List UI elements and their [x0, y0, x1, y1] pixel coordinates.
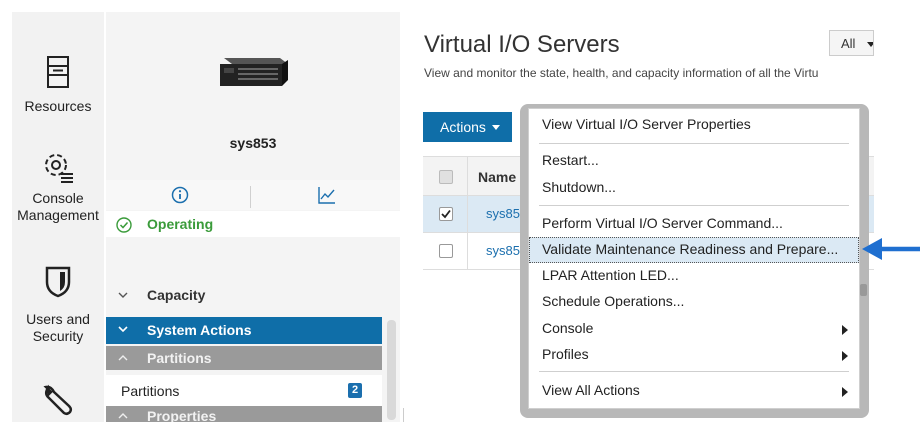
- chart-icon[interactable]: [318, 186, 336, 204]
- select-all-cell: [423, 157, 468, 197]
- shield-icon: [45, 266, 71, 298]
- page-title: Virtual I/O Servers: [424, 31, 620, 58]
- check-circle-icon: [116, 217, 132, 233]
- actions-button[interactable]: Actions: [423, 112, 512, 142]
- menu-item-view-properties[interactable]: View Virtual I/O Server Properties: [529, 112, 859, 138]
- system-panel: sys853 Operating Capacity System Actions…: [106, 12, 400, 422]
- properties-header-label: Properties: [147, 408, 217, 422]
- menu-item-view-all-actions[interactable]: View All Actions: [529, 378, 859, 404]
- chevron-right-icon: [842, 351, 848, 361]
- chevron-down-icon: [118, 326, 128, 333]
- partitions-header[interactable]: Partitions: [106, 346, 382, 370]
- chevron-right-icon: [842, 325, 848, 335]
- caret-down-icon: [492, 125, 500, 130]
- row-checkbox[interactable]: [439, 244, 453, 258]
- actions-menu: View Virtual I/O Server Properties Resta…: [528, 108, 860, 409]
- menu-item-perform-command[interactable]: Perform Virtual I/O Server Command...: [529, 211, 859, 237]
- chevron-up-icon: [118, 355, 128, 361]
- nav-users-label-1: Users and: [26, 311, 90, 327]
- menu-item-label: View Virtual I/O Server Properties: [542, 116, 751, 132]
- chevron-down-icon: [118, 292, 128, 298]
- nav-users-security[interactable]: Users and Security: [12, 266, 104, 345]
- checkmark-icon: [441, 209, 451, 219]
- divider: [403, 408, 404, 422]
- menu-item-label: Schedule Operations...: [542, 293, 685, 309]
- menu-item-console[interactable]: Console: [529, 316, 859, 342]
- row-checkbox-checked[interactable]: [439, 207, 453, 221]
- status-row: Operating: [106, 211, 400, 237]
- nav-console-label-1: Console: [32, 190, 84, 206]
- menu-scrollbar[interactable]: [860, 284, 867, 296]
- menu-item-label: Profiles: [542, 346, 589, 362]
- partitions-header-label: Partitions: [147, 350, 212, 366]
- menu-item-shutdown[interactable]: Shutdown...: [529, 175, 859, 201]
- panel-scrollbar[interactable]: [387, 320, 396, 420]
- chevron-up-icon: [118, 413, 128, 419]
- menu-separator: [539, 143, 849, 144]
- gear-list-icon: [45, 154, 73, 183]
- nav-resources[interactable]: Resources: [12, 56, 104, 115]
- menu-separator: [539, 371, 849, 372]
- page-description: View and monitor the state, health, and …: [424, 66, 819, 80]
- partitions-item-label: Partitions: [121, 383, 180, 399]
- server-image: [220, 58, 288, 86]
- menu-item-label: Shutdown...: [542, 179, 616, 195]
- info-icon[interactable]: [171, 186, 189, 204]
- status-text: Operating: [147, 216, 214, 232]
- filter-select[interactable]: All: [829, 30, 874, 56]
- row-check-cell: [423, 233, 468, 269]
- pointer-arrow-icon: [862, 238, 920, 260]
- select-all-checkbox[interactable]: [439, 170, 453, 184]
- left-nav: Resources Console Management Users and S…: [12, 12, 104, 422]
- menu-item-validate-maintenance[interactable]: Validate Maintenance Readiness and Prepa…: [529, 237, 859, 263]
- menu-item-profiles[interactable]: Profiles: [529, 342, 859, 368]
- menu-item-attention-led[interactable]: LPAR Attention LED...: [529, 263, 859, 289]
- wrench-icon: [43, 384, 73, 416]
- menu-item-label: Perform Virtual I/O Server Command...: [542, 215, 783, 231]
- partitions-item[interactable]: Partitions 2: [106, 375, 382, 406]
- system-actions-header[interactable]: System Actions: [106, 317, 382, 344]
- menu-item-restart[interactable]: Restart...: [529, 148, 859, 174]
- system-actions-label: System Actions: [147, 322, 252, 338]
- nav-tools[interactable]: [12, 384, 104, 416]
- filter-select-value: All: [841, 36, 856, 51]
- menu-item-label: Restart...: [542, 152, 599, 168]
- nav-resources-label: Resources: [24, 98, 92, 114]
- system-name: sys853: [229, 135, 277, 151]
- chevron-right-icon: [842, 387, 848, 397]
- menu-item-schedule-operations[interactable]: Schedule Operations...: [529, 289, 859, 315]
- nav-console-management[interactable]: Console Management: [12, 150, 104, 224]
- menu-separator: [539, 205, 849, 206]
- nav-users-label-2: Security: [32, 328, 84, 344]
- menu-item-label: View All Actions: [542, 382, 640, 398]
- chevron-down-icon: [867, 42, 873, 47]
- menu-item-label: Console: [542, 320, 594, 336]
- properties-header[interactable]: Properties: [106, 406, 382, 422]
- tab-divider: [250, 186, 251, 208]
- partitions-count-badge: 2: [348, 383, 362, 398]
- capacity-label: Capacity: [147, 287, 206, 303]
- menu-item-label: Validate Maintenance Readiness and Prepa…: [542, 241, 839, 257]
- panel-tabs: [106, 180, 400, 210]
- column-header-name[interactable]: Name: [478, 169, 516, 185]
- row-check-cell: [423, 196, 468, 232]
- hmc-window: Resources Console Management Users and S…: [0, 0, 922, 436]
- menu-item-label: LPAR Attention LED...: [542, 267, 679, 283]
- actions-button-label: Actions: [440, 119, 486, 135]
- capacity-section[interactable]: Capacity: [106, 284, 400, 306]
- server-rack-icon: [47, 56, 69, 88]
- nav-console-label-2: Management: [17, 207, 99, 223]
